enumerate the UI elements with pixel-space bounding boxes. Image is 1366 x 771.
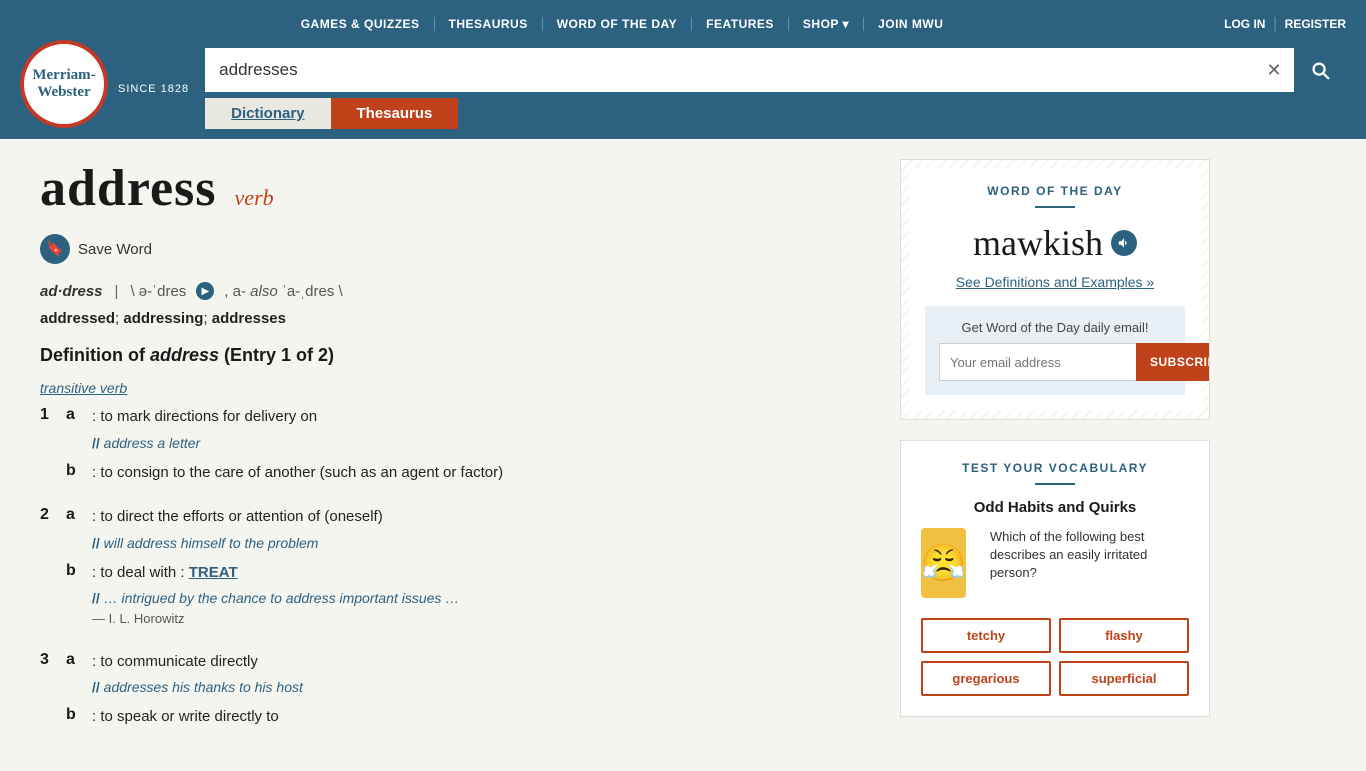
definition-group-2: 2 a : to direct the efforts or attention… — [40, 506, 862, 637]
def-sense-1a: a : to mark directions for delivery on /… — [66, 406, 503, 454]
nav-join[interactable]: JOIN MWU — [864, 17, 957, 31]
example-1a: // address a letter — [92, 433, 317, 454]
example-2a: // will address himself to the problem — [92, 533, 383, 554]
nav-features[interactable]: FEATURES — [692, 17, 789, 31]
treat-link[interactable]: TREAT — [189, 564, 238, 581]
definition-group-3: 3 a : to communicate directly // address… — [40, 651, 862, 737]
vocab-label: TEST YOUR VOCABULARY — [921, 461, 1189, 475]
page-content: address verb 🔖 Save Word ad·dress | \ ə-… — [20, 159, 1220, 751]
definition-heading: Definition of address (Entry 1 of 2) — [40, 345, 862, 366]
vocab-choice-flashy[interactable]: flashy — [1059, 618, 1189, 653]
auth-links: LOG IN | REGISTER — [1224, 15, 1346, 33]
inflection-2: addressing — [123, 310, 203, 327]
def-number-2: 2 — [40, 506, 56, 637]
nav-shop[interactable]: SHOP ▾ — [789, 17, 864, 31]
search-input[interactable] — [205, 48, 1254, 92]
wotd-word: mawkish — [925, 222, 1185, 264]
wotd-inner: WORD OF THE DAY mawkish See Definitions … — [909, 168, 1201, 411]
nav-word-of-day[interactable]: WORD OF THE DAY — [543, 17, 692, 31]
save-word-label[interactable]: Save Word — [78, 241, 152, 258]
pronunciation-row: ad·dress | \ ə-ˈdres ▶ , a- also ˈa-ˌdre… — [40, 282, 862, 300]
def-number-1: 1 — [40, 406, 56, 492]
definition-group-1: 1 a : to mark directions for delivery on… — [40, 406, 862, 492]
save-word-row: 🔖 Save Word — [40, 234, 862, 264]
wotd-card: WORD OF THE DAY mawkish See Definitions … — [900, 159, 1210, 420]
wotd-subscribe-button[interactable]: SUBSCRIBE — [1136, 343, 1210, 381]
title-row: address verb — [40, 159, 862, 218]
pronunciation-alt: , a- also ˈa-ˌdres \ — [224, 283, 342, 300]
search-submit-button[interactable] — [1294, 48, 1346, 92]
pronunciation-word: ad·dress — [40, 283, 103, 300]
inflection-3: addresses — [212, 310, 286, 327]
inflection-1: addressed — [40, 310, 115, 327]
wotd-email-label: Get Word of the Day daily email! — [939, 320, 1171, 335]
header: GAMES & QUIZZES THESAURUS WORD OF THE DA… — [0, 0, 1366, 139]
search-icon — [1309, 59, 1331, 81]
search-row: ✕ — [205, 48, 1346, 92]
login-link[interactable]: LOG IN — [1224, 17, 1265, 31]
tab-thesaurus[interactable]: Thesaurus — [331, 98, 459, 129]
vocab-choice-tetchy[interactable]: tetchy — [921, 618, 1051, 653]
vocab-image: 😤 — [921, 528, 966, 598]
vocab-choices: tetchy flashy gregarious superficial — [921, 618, 1189, 696]
vocab-choice-gregarious[interactable]: gregarious — [921, 661, 1051, 696]
wotd-see-link[interactable]: See Definitions and Examples — [956, 274, 1154, 290]
logo-text: Merriam-Webster — [32, 67, 95, 100]
nav-games-quizzes[interactable]: GAMES & QUIZZES — [287, 17, 435, 31]
vocab-card: TEST YOUR VOCABULARY Odd Habits and Quir… — [900, 440, 1210, 717]
attribution-2b: — I. L. Horowitz — [92, 609, 459, 629]
pos-label[interactable]: transitive verb — [40, 380, 862, 396]
logo-search-row: Merriam-Webster SINCE 1828 ✕ Dictionary … — [0, 48, 1366, 139]
def-item-2: 2 a : to direct the efforts or attention… — [40, 506, 862, 637]
right-sidebar: WORD OF THE DAY mawkish See Definitions … — [900, 159, 1210, 751]
nav-links: GAMES & QUIZZES THESAURUS WORD OF THE DA… — [20, 17, 1224, 31]
wotd-audio-button[interactable] — [1111, 230, 1137, 256]
wotd-divider — [1035, 206, 1075, 208]
search-clear-button[interactable]: ✕ — [1254, 48, 1294, 92]
def-sense-2a: a : to direct the efforts or attention o… — [66, 506, 459, 554]
save-word-icon[interactable]: 🔖 — [40, 234, 70, 264]
vocab-emoji: 😤 — [921, 542, 966, 584]
def-sense-3b: b : to speak or write directly to — [66, 706, 303, 729]
example-2b: // … intrigued by the chance to address … — [92, 588, 459, 609]
vocab-title: Odd Habits and Quirks — [921, 499, 1189, 516]
register-link[interactable]: REGISTER — [1285, 17, 1346, 31]
wotd-email-input[interactable] — [939, 343, 1136, 381]
logo-block: Merriam-Webster — [20, 40, 108, 128]
audio-icon — [1117, 236, 1131, 250]
wotd-email-section: Get Word of the Day daily email! SUBSCRI… — [925, 306, 1185, 395]
logo-circle[interactable]: Merriam-Webster — [20, 40, 108, 128]
def-sense-3a: a : to communicate directly // addresses… — [66, 651, 303, 699]
def-item-3: 3 a : to communicate directly // address… — [40, 651, 862, 737]
search-tabs-block: ✕ Dictionary Thesaurus — [205, 48, 1346, 129]
wotd-email-row: SUBSCRIBE — [939, 343, 1171, 381]
vocab-choice-superficial[interactable]: superficial — [1059, 661, 1189, 696]
since-label: SINCE 1828 — [118, 83, 189, 95]
word-pos: verb — [235, 185, 274, 210]
tabs-row: Dictionary Thesaurus — [205, 98, 1346, 129]
def-item-1: 1 a : to mark directions for delivery on… — [40, 406, 862, 492]
top-nav: GAMES & QUIZZES THESAURUS WORD OF THE DA… — [0, 0, 1366, 48]
vocab-divider — [1035, 483, 1075, 485]
pronunciation-phonetic: \ ə-ˈdres — [130, 283, 186, 300]
def-sense-1b: b : to consign to the care of another (s… — [66, 462, 503, 485]
nav-thesaurus[interactable]: THESAURUS — [435, 17, 543, 31]
def-number-3: 3 — [40, 651, 56, 737]
vocab-question: Which of the following best describes an… — [990, 528, 1189, 606]
word-title: address — [40, 160, 217, 217]
article: address verb 🔖 Save Word ad·dress | \ ə-… — [30, 159, 872, 751]
example-3a: // addresses his thanks to his host — [92, 677, 303, 698]
audio-button[interactable]: ▶ — [196, 282, 214, 300]
def-sense-2b: b : to deal with : TREAT // … intrigued … — [66, 562, 459, 629]
wotd-label: WORD OF THE DAY — [925, 184, 1185, 198]
tab-dictionary[interactable]: Dictionary — [205, 98, 330, 129]
inflections: addressed; addressing; addresses — [40, 310, 862, 327]
